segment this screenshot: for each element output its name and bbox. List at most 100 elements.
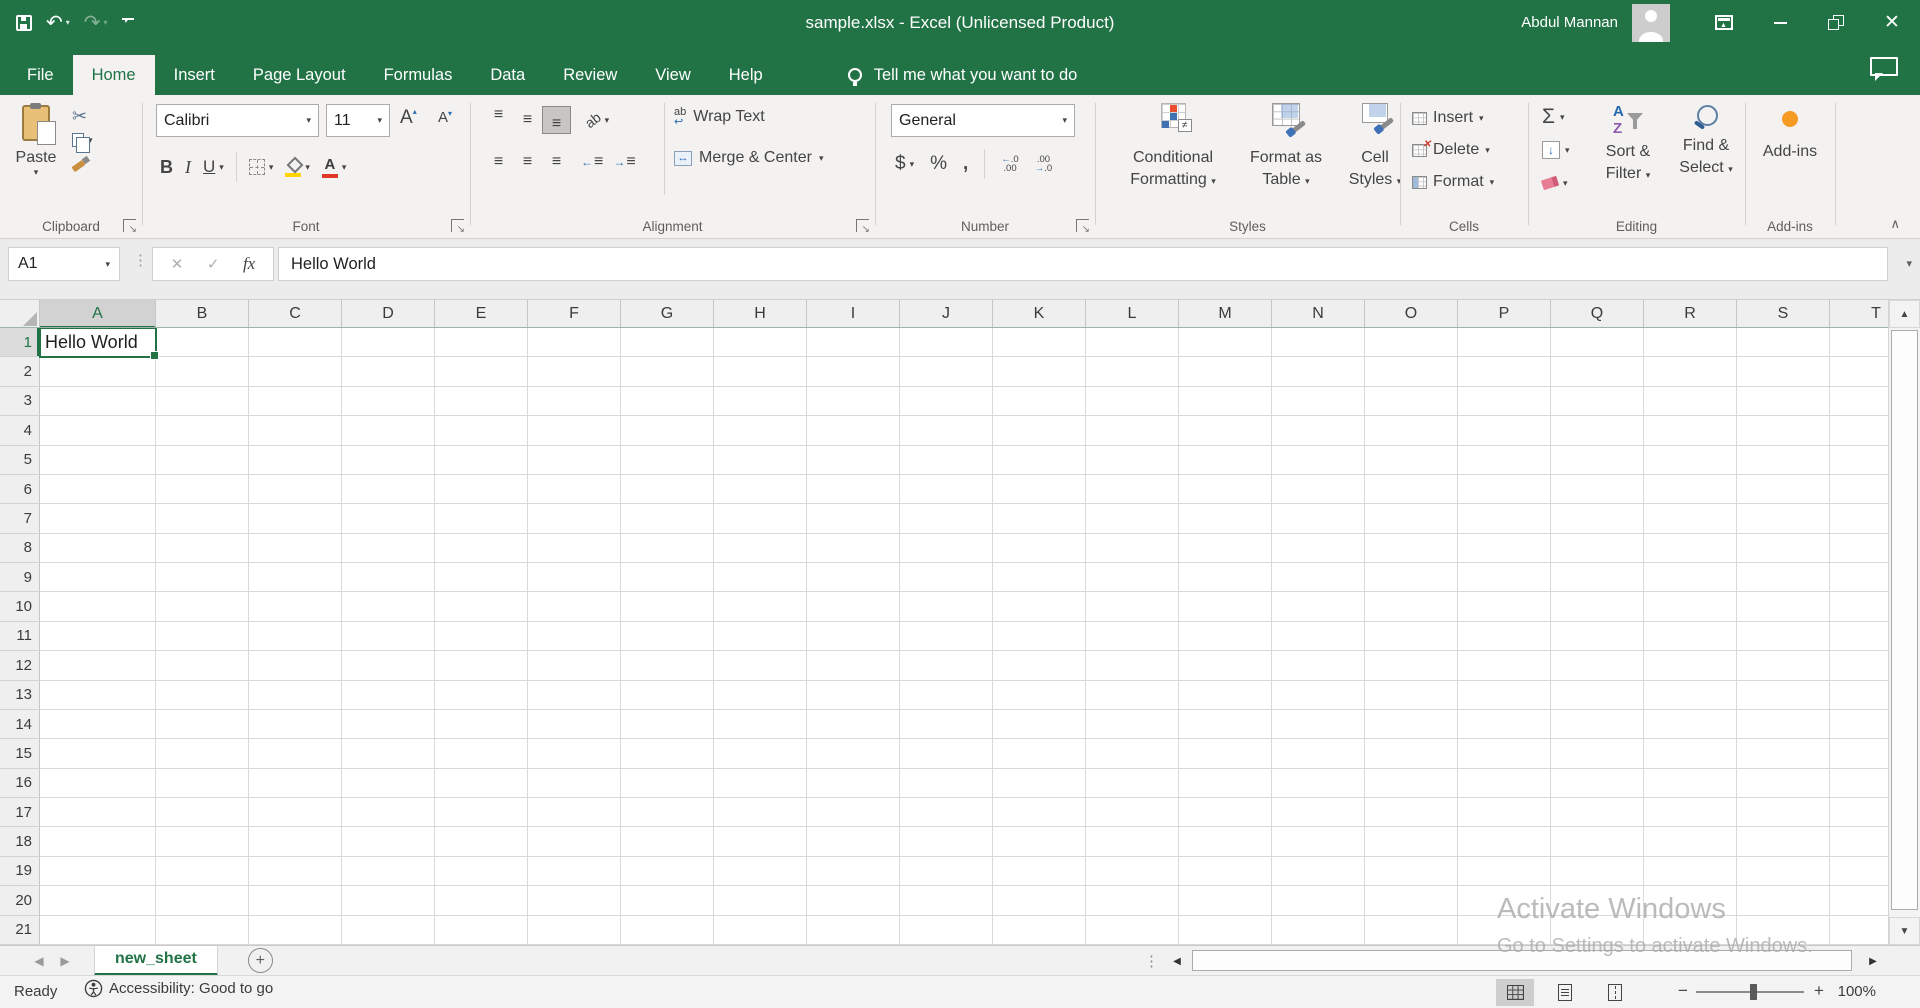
cell-S2[interactable] <box>1737 357 1830 387</box>
cell-M6[interactable] <box>1179 474 1272 505</box>
cell-D8[interactable] <box>342 533 435 563</box>
cell-P6[interactable] <box>1458 474 1551 505</box>
cell-T16[interactable] <box>1830 768 1888 798</box>
row-header-17[interactable]: 17 <box>0 798 40 828</box>
cell-O2[interactable] <box>1365 357 1458 387</box>
cell-S9[interactable] <box>1737 563 1830 593</box>
cell-Q15[interactable] <box>1551 739 1644 769</box>
cell-A9[interactable] <box>40 563 156 593</box>
cell-C8[interactable] <box>249 533 342 563</box>
cell-S12[interactable] <box>1737 651 1830 681</box>
column-header-B[interactable]: B <box>156 300 249 327</box>
cell-S6[interactable] <box>1737 474 1830 505</box>
chevron-down-icon[interactable]: ▾ <box>1490 177 1495 188</box>
decrease-indent-button[interactable]: ← ≡ <box>581 153 603 171</box>
cell-I20[interactable] <box>807 886 900 916</box>
cell-B12[interactable] <box>156 651 249 681</box>
cell-N19[interactable] <box>1272 856 1365 887</box>
cell-Q16[interactable] <box>1551 768 1644 798</box>
cell-L6[interactable] <box>1086 474 1179 505</box>
cell-P10[interactable] <box>1458 592 1551 622</box>
cell-N12[interactable] <box>1272 651 1365 681</box>
cell-C12[interactable] <box>249 651 342 681</box>
cell-H19[interactable] <box>714 856 807 887</box>
cell-C6[interactable] <box>249 474 342 505</box>
cell-L1[interactable] <box>1086 328 1179 358</box>
row-header-15[interactable]: 15 <box>0 739 40 769</box>
cancel-icon[interactable]: ✕ <box>171 255 184 273</box>
cell-K10[interactable] <box>993 592 1086 622</box>
borders-button[interactable]: ▾ <box>248 159 273 175</box>
cell-Q20[interactable] <box>1551 886 1644 916</box>
cell-P21[interactable] <box>1458 915 1551 945</box>
cell-K4[interactable] <box>993 416 1086 446</box>
cell-F13[interactable] <box>528 680 621 710</box>
cell-A2[interactable] <box>40 357 156 387</box>
cell-S10[interactable] <box>1737 592 1830 622</box>
cell-K20[interactable] <box>993 886 1086 916</box>
cell-B11[interactable] <box>156 621 249 652</box>
cell-O4[interactable] <box>1365 416 1458 446</box>
row-header-7[interactable]: 7 <box>0 504 40 534</box>
minimize-button[interactable] <box>1752 0 1808 45</box>
cell-E20[interactable] <box>435 886 528 916</box>
cell-K2[interactable] <box>993 357 1086 387</box>
cell-A13[interactable] <box>40 680 156 710</box>
column-header-Q[interactable]: Q <box>1551 300 1644 327</box>
tab-file[interactable]: File <box>8 55 73 95</box>
cell-C3[interactable] <box>249 386 342 417</box>
cell-F2[interactable] <box>528 357 621 387</box>
cell-M3[interactable] <box>1179 386 1272 417</box>
cell-F1[interactable] <box>528 328 621 358</box>
cell-D13[interactable] <box>342 680 435 710</box>
cell-Q7[interactable] <box>1551 504 1644 534</box>
row-header-14[interactable]: 14 <box>0 709 40 740</box>
zoom-in-button[interactable]: + <box>1814 981 1824 1001</box>
cell-P16[interactable] <box>1458 768 1551 798</box>
cell-B13[interactable] <box>156 680 249 710</box>
cell-L20[interactable] <box>1086 886 1179 916</box>
cell-S11[interactable] <box>1737 621 1830 652</box>
cell-Q3[interactable] <box>1551 386 1644 417</box>
clipboard-dialog-launcher[interactable]: ↘ <box>123 219 137 235</box>
cell-B8[interactable] <box>156 533 249 563</box>
cell-J1[interactable] <box>900 328 993 358</box>
cell-I8[interactable] <box>807 533 900 563</box>
cell-M2[interactable] <box>1179 357 1272 387</box>
column-header-K[interactable]: K <box>993 300 1086 327</box>
cell-R10[interactable] <box>1644 592 1737 622</box>
cell-S3[interactable] <box>1737 386 1830 417</box>
fill-color-button[interactable]: ▾ <box>285 158 310 177</box>
cell-Q4[interactable] <box>1551 416 1644 446</box>
cell-E7[interactable] <box>435 504 528 534</box>
cell-E9[interactable] <box>435 563 528 593</box>
cell-R17[interactable] <box>1644 798 1737 828</box>
cell-B2[interactable] <box>156 357 249 387</box>
cell-F20[interactable] <box>528 886 621 916</box>
zoom-out-button[interactable]: − <box>1678 981 1688 1001</box>
cell-H6[interactable] <box>714 474 807 505</box>
cell-G18[interactable] <box>621 827 714 857</box>
cell-K8[interactable] <box>993 533 1086 563</box>
cell-F10[interactable] <box>528 592 621 622</box>
cell-K13[interactable] <box>993 680 1086 710</box>
cell-F11[interactable] <box>528 621 621 652</box>
middle-align-button[interactable]: ≡ <box>513 106 542 134</box>
cell-L3[interactable] <box>1086 386 1179 417</box>
cell-N1[interactable] <box>1272 328 1365 358</box>
cell-N20[interactable] <box>1272 886 1365 916</box>
cell-styles-button[interactable]: Cell Styles ▾ <box>1343 103 1407 190</box>
row-header-1[interactable]: 1 <box>0 328 40 358</box>
alignment-dialog-launcher[interactable]: ↘ <box>856 219 870 235</box>
cell-J6[interactable] <box>900 474 993 505</box>
column-header-R[interactable]: R <box>1644 300 1737 327</box>
format-cells-button[interactable]: Format ▾ <box>1412 169 1494 195</box>
wrap-text-button[interactable]: ab ↩ Wrap Text <box>674 107 765 128</box>
cell-N16[interactable] <box>1272 768 1365 798</box>
underline-button[interactable]: U ▾ <box>203 157 224 177</box>
cell-C14[interactable] <box>249 709 342 740</box>
number-format-combo[interactable]: General ▾ <box>891 104 1075 137</box>
chevron-down-icon[interactable]: ▾ <box>66 18 70 27</box>
top-align-button[interactable]: ≡ <box>484 106 513 134</box>
cell-D6[interactable] <box>342 474 435 505</box>
